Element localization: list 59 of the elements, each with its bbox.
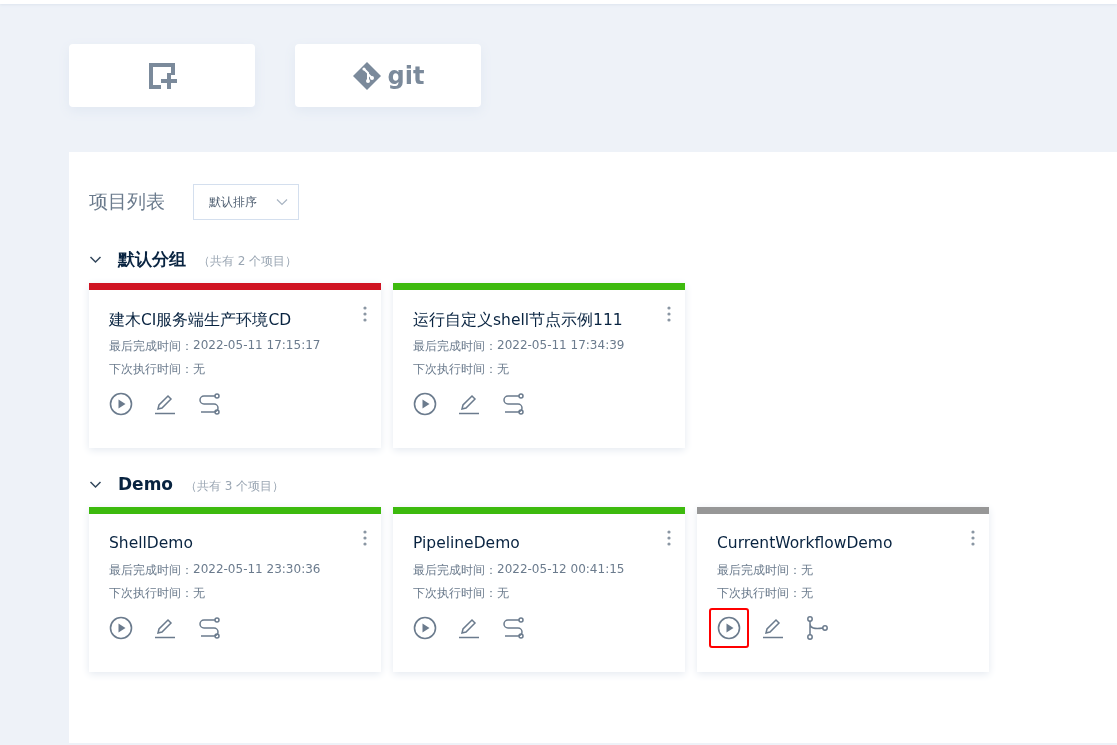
branch-icon[interactable] <box>805 616 829 640</box>
more-options-icon[interactable] <box>665 529 673 547</box>
flow-icon[interactable] <box>197 393 221 415</box>
new-project-button[interactable] <box>69 44 255 107</box>
last-completed-time: 2022-05-11 23:30:36 <box>193 562 321 578</box>
last-completed-label: 最后完成时间： <box>413 562 497 579</box>
git-import-button[interactable]: git <box>295 44 481 107</box>
project-card[interactable]: PipelineDemo 最后完成时间：2022-05-12 00:41:15 下次执行时间：无 <box>393 507 685 672</box>
last-completed-time: 2022-05-11 17:15:17 <box>193 338 321 354</box>
project-card[interactable]: CurrentWorkflowDemo 最后完成时间：无 下次执行时间：无 <box>697 507 989 672</box>
edit-icon[interactable] <box>154 393 176 415</box>
add-project-icon <box>147 60 177 91</box>
project-title: 运行自定义shell节点示例111 <box>413 310 624 331</box>
more-options-icon[interactable] <box>665 305 673 323</box>
collapse-icon[interactable] <box>89 254 102 265</box>
project-title: 建木CI服务端生产环境CD <box>109 310 293 331</box>
last-completed-time: 2022-05-11 17:34:39 <box>497 338 625 354</box>
git-logo-icon <box>351 60 382 91</box>
more-options-icon[interactable] <box>361 305 369 323</box>
panel-title: 项目列表 <box>89 189 165 214</box>
collapse-icon[interactable] <box>89 479 102 490</box>
next-run-label: 下次执行时间： <box>413 361 497 378</box>
flow-icon[interactable] <box>501 617 525 639</box>
next-run-label: 下次执行时间： <box>109 361 193 378</box>
project-card[interactable]: 运行自定义shell节点示例111 最后完成时间：2022-05-11 17:34:39 下次执行时间：无 <box>393 283 685 448</box>
chevron-down-icon <box>276 198 288 206</box>
last-completed-label: 最后完成时间： <box>717 562 801 579</box>
last-completed-label: 最后完成时间： <box>109 338 193 355</box>
sort-dropdown[interactable]: 默认排序 <box>193 184 299 220</box>
project-title: PipelineDemo <box>413 534 521 554</box>
flow-icon[interactable] <box>197 617 221 639</box>
next-run-label: 下次执行时间： <box>413 585 497 602</box>
edit-icon[interactable] <box>154 617 176 639</box>
group-count: （共有 3 个项目） <box>185 478 285 495</box>
next-run-time: 无 <box>801 585 813 602</box>
more-options-icon[interactable] <box>361 529 369 547</box>
next-run-time: 无 <box>193 361 205 378</box>
last-completed-time: 无 <box>801 562 813 579</box>
project-title: ShellDemo <box>109 534 194 554</box>
next-run-label: 下次执行时间： <box>109 585 193 602</box>
edit-icon[interactable] <box>458 617 480 639</box>
group-name: 默认分组 <box>118 248 186 271</box>
next-run-time: 无 <box>497 361 509 378</box>
last-completed-time: 2022-05-12 00:41:15 <box>497 562 625 578</box>
project-title: CurrentWorkflowDemo <box>717 534 894 554</box>
flow-icon[interactable] <box>501 393 525 415</box>
group-name: Demo <box>118 474 174 494</box>
last-completed-label: 最后完成时间： <box>413 338 497 355</box>
next-run-time: 无 <box>193 585 205 602</box>
edit-icon[interactable] <box>762 617 784 639</box>
project-card[interactable]: ShellDemo 最后完成时间：2022-05-11 23:30:36 下次执行时间：无 <box>89 507 381 672</box>
more-options-icon[interactable] <box>969 529 977 547</box>
last-completed-label: 最后完成时间： <box>109 562 193 579</box>
next-run-label: 下次执行时间： <box>717 585 801 602</box>
next-run-time: 无 <box>497 585 509 602</box>
project-card[interactable]: 建木CI服务端生产环境CD 最后完成时间：2022-05-11 17:15:17 下次执行时间：无 <box>89 283 381 448</box>
edit-icon[interactable] <box>458 393 480 415</box>
play-icon[interactable] <box>709 608 749 648</box>
group-count: （共有 2 个项目） <box>198 253 298 270</box>
